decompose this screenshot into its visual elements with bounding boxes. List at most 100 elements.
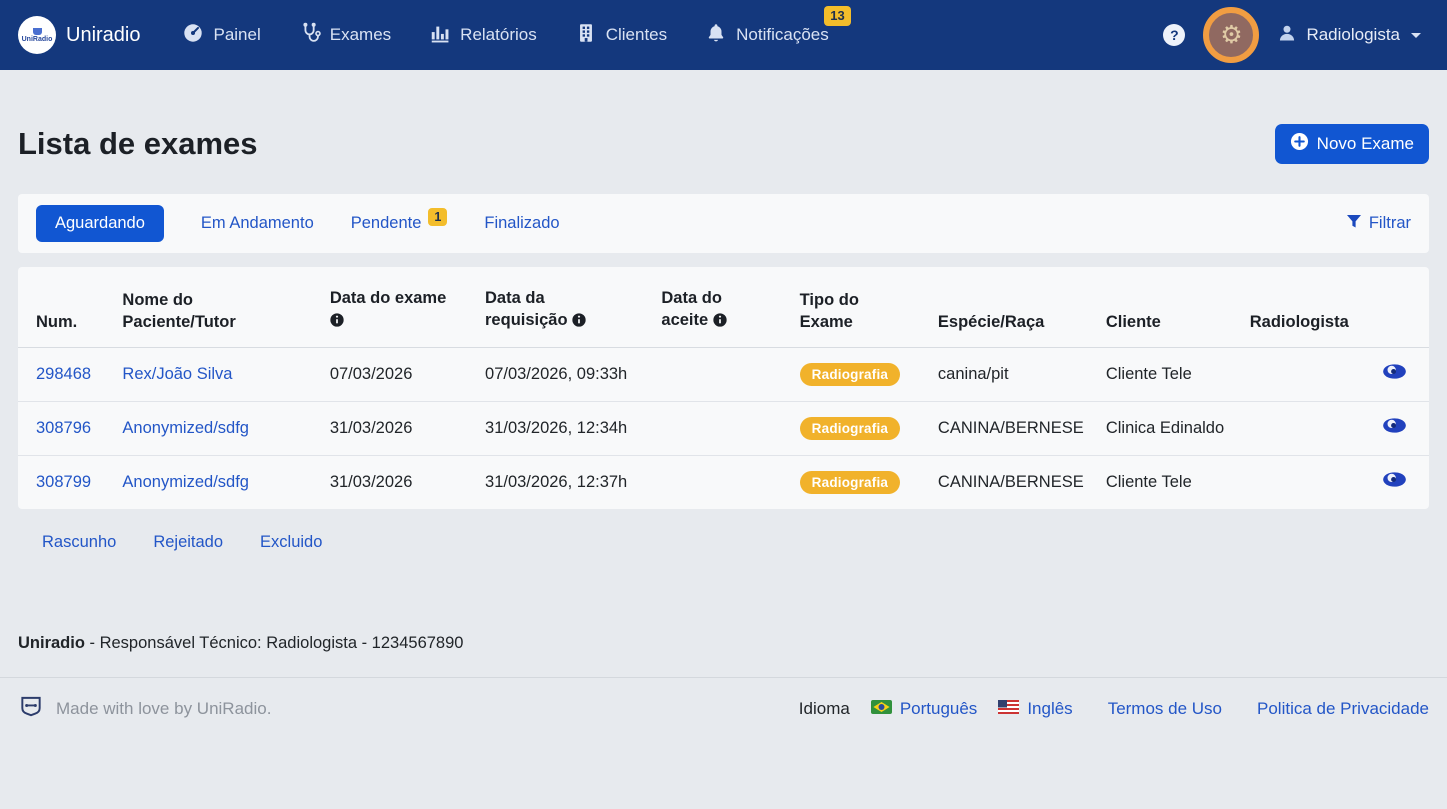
- table-row: 298468 Rex/João Silva 07/03/2026 07/03/2…: [18, 347, 1429, 401]
- cell-exam-date: 31/03/2026: [330, 401, 485, 455]
- nav-item-clientes[interactable]: Clientes: [575, 22, 667, 49]
- help-icon[interactable]: ?: [1163, 24, 1185, 46]
- col-header-radiologist: Radiologista: [1250, 267, 1383, 347]
- cell-actions: [1382, 347, 1429, 401]
- cell-request-date: 31/03/2026, 12:37h: [485, 455, 661, 509]
- cell-species: CANINA/BERNESE: [938, 401, 1106, 455]
- patient-link[interactable]: Anonymized/sdfg: [122, 473, 249, 491]
- settings-button[interactable]: ⚙: [1203, 7, 1259, 63]
- col-header-label: Data do exame: [330, 289, 446, 307]
- stethoscope-icon: [299, 22, 321, 49]
- nav-item-exames[interactable]: Exames: [299, 22, 391, 49]
- language-english-label: Inglês: [1027, 699, 1072, 719]
- cell-accept-date: [661, 455, 799, 509]
- privacy-policy-link[interactable]: Politica de Privacidade: [1257, 699, 1429, 719]
- cell-species: canina/pit: [938, 347, 1106, 401]
- link-excluido[interactable]: Excluido: [260, 533, 322, 552]
- nav-label: Relatórios: [460, 25, 537, 45]
- cell-request-date: 31/03/2026, 12:34h: [485, 401, 661, 455]
- exam-type-badge: Radiografia: [800, 471, 900, 494]
- language-portuguese[interactable]: Português: [871, 699, 978, 719]
- made-with-text: Made with love by UniRadio.: [56, 699, 271, 719]
- status-tabs-bar: Aguardando Em Andamento Pendente1 Finali…: [18, 194, 1429, 253]
- cell-actions: [1382, 401, 1429, 455]
- gear-icon: ⚙: [1220, 23, 1242, 48]
- logo-text: UniRadio: [22, 36, 53, 43]
- exam-number-link[interactable]: 308796: [36, 419, 91, 437]
- link-rascunho[interactable]: Rascunho: [42, 533, 116, 552]
- pendente-count-badge: 1: [428, 208, 447, 226]
- nav-item-notificacoes[interactable]: Notificações 13: [705, 22, 829, 49]
- cell-exam-date: 07/03/2026: [330, 347, 485, 401]
- made-with: Made with love by UniRadio.: [18, 693, 271, 724]
- info-icon[interactable]: [330, 313, 344, 331]
- col-header-exam-type: Tipo do Exame: [800, 267, 938, 347]
- nav-label: Clientes: [606, 25, 667, 45]
- cell-exam-type: Radiografia: [800, 455, 938, 509]
- view-exam-button[interactable]: [1382, 363, 1407, 380]
- tab-pendente[interactable]: Pendente1: [351, 214, 448, 233]
- language-portuguese-label: Português: [900, 699, 978, 719]
- eye-icon: [1382, 471, 1407, 488]
- col-header-label: Data da requisição: [485, 289, 568, 329]
- view-exam-button[interactable]: [1382, 417, 1407, 434]
- table-row: 308799 Anonymized/sdfg 31/03/2026 31/03/…: [18, 455, 1429, 509]
- patient-link[interactable]: Rex/João Silva: [122, 365, 232, 383]
- exams-table-card: Num. Nome do Paciente/Tutor Data do exam…: [18, 267, 1429, 509]
- exam-type-badge: Radiografia: [800, 363, 900, 386]
- page-footer: Made with love by UniRadio. Idioma Portu…: [0, 677, 1447, 724]
- cell-patient: Anonymized/sdfg: [122, 455, 329, 509]
- table-header-row: Num. Nome do Paciente/Tutor Data do exam…: [18, 267, 1429, 347]
- eye-icon: [1382, 417, 1407, 434]
- top-navbar: UniRadio Uniradio Painel Exames Relatóri…: [0, 0, 1447, 70]
- cell-exam-type: Radiografia: [800, 401, 938, 455]
- user-icon: [1277, 23, 1297, 48]
- brand-title[interactable]: Uniradio: [66, 24, 140, 47]
- eye-icon: [1382, 363, 1407, 380]
- cell-species: CANINA/BERNESE: [938, 455, 1106, 509]
- cell-radiologist: [1250, 401, 1383, 455]
- cell-exam-date: 31/03/2026: [330, 455, 485, 509]
- main-content: Lista de exames Novo Exame Aguardando Em…: [0, 124, 1447, 653]
- building-icon: [575, 22, 597, 49]
- info-icon[interactable]: [572, 313, 586, 331]
- patient-link[interactable]: Anonymized/sdfg: [122, 419, 249, 437]
- user-menu[interactable]: Radiologista: [1277, 23, 1421, 48]
- exam-type-badge: Radiografia: [800, 417, 900, 440]
- cell-request-date: 07/03/2026, 09:33h: [485, 347, 661, 401]
- cell-patient: Rex/João Silva: [122, 347, 329, 401]
- bar-chart-icon: [429, 22, 451, 49]
- col-header-patient: Nome do Paciente/Tutor: [122, 267, 329, 347]
- navbar-right: ? ⚙ Radiologista: [1163, 7, 1421, 63]
- cell-accept-date: [661, 401, 799, 455]
- col-header-client: Cliente: [1106, 267, 1250, 347]
- link-rejeitado[interactable]: Rejeitado: [153, 533, 223, 552]
- cell-client: Clinica Edinaldo: [1106, 401, 1250, 455]
- tab-pendente-label: Pendente: [351, 214, 422, 232]
- view-exam-button[interactable]: [1382, 471, 1407, 488]
- tab-em-andamento[interactable]: Em Andamento: [201, 214, 314, 233]
- cell-num: 308796: [18, 401, 122, 455]
- cell-num: 298468: [18, 347, 122, 401]
- col-header-species: Espécie/Raça: [938, 267, 1106, 347]
- exams-table: Num. Nome do Paciente/Tutor Data do exam…: [18, 267, 1429, 509]
- tab-aguardando[interactable]: Aguardando: [36, 205, 164, 242]
- bell-icon: [705, 22, 727, 49]
- new-exam-button[interactable]: Novo Exame: [1275, 124, 1429, 164]
- cell-patient: Anonymized/sdfg: [122, 401, 329, 455]
- filter-icon: [1346, 214, 1362, 234]
- exam-number-link[interactable]: 308799: [36, 473, 91, 491]
- caret-down-icon: [1411, 33, 1421, 38]
- language-english[interactable]: Inglês: [998, 699, 1072, 719]
- nav-item-relatorios[interactable]: Relatórios: [429, 22, 537, 49]
- nav-item-painel[interactable]: Painel: [182, 22, 260, 49]
- cell-radiologist: [1250, 455, 1383, 509]
- language-label: Idioma: [799, 699, 850, 719]
- responsible-technical-line: Uniradio - Responsável Técnico: Radiolog…: [18, 634, 1429, 653]
- cell-client: Cliente Tele: [1106, 455, 1250, 509]
- info-icon[interactable]: [713, 313, 727, 331]
- terms-of-use-link[interactable]: Termos de Uso: [1108, 699, 1222, 719]
- filter-button[interactable]: Filtrar: [1346, 214, 1411, 234]
- tab-finalizado[interactable]: Finalizado: [484, 214, 559, 233]
- exam-number-link[interactable]: 298468: [36, 365, 91, 383]
